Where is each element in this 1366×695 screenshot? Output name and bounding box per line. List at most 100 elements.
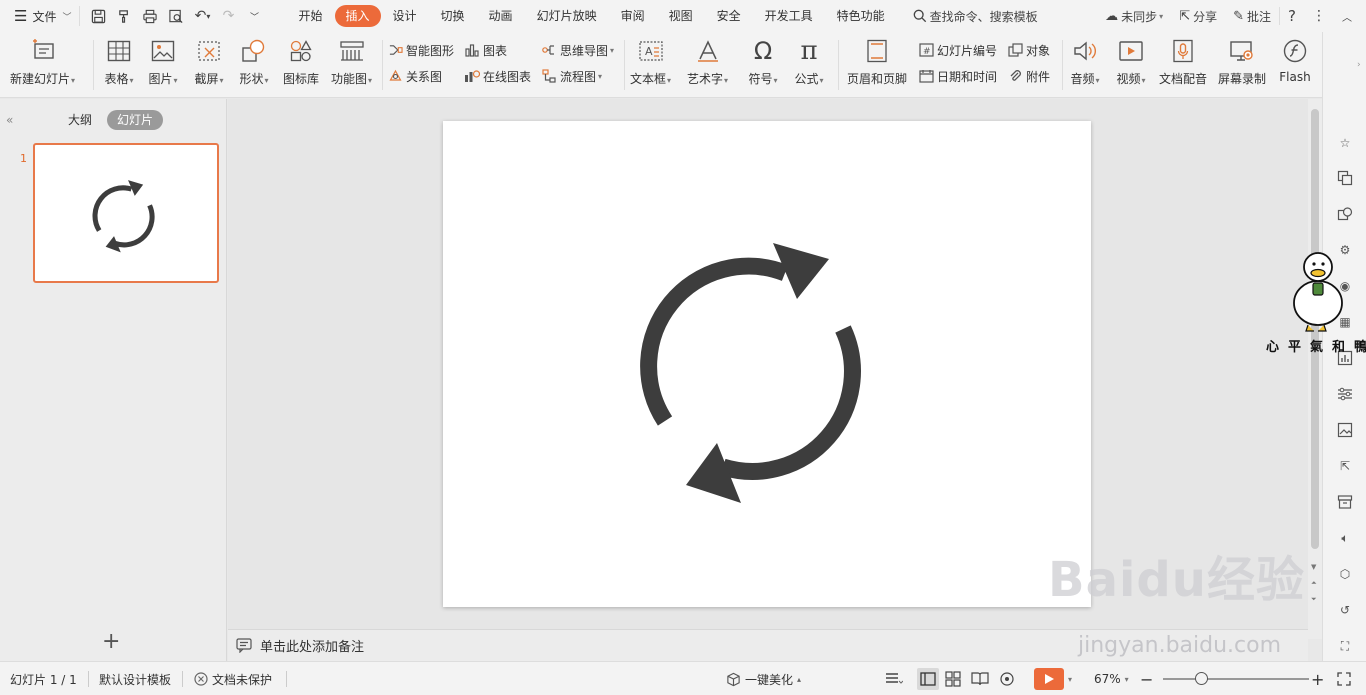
archive-icon[interactable]: [1335, 492, 1355, 512]
tab-design[interactable]: 设计: [381, 5, 429, 27]
baidu-watermark: Baidu经验: [1048, 552, 1305, 608]
share-button[interactable]: ⇱ 分享: [1171, 8, 1225, 25]
shield-icon[interactable]: ⬡: [1335, 564, 1355, 584]
zoom-slider-track[interactable]: [1163, 678, 1309, 680]
normal-view-icon[interactable]: [917, 668, 939, 690]
relation-button[interactable]: 关系图: [386, 66, 442, 86]
textbox-button[interactable]: A 文本框▾: [630, 36, 671, 94]
tab-slides[interactable]: 幻灯片: [107, 110, 164, 130]
layers-icon[interactable]: [1335, 168, 1355, 188]
textbox-icon: A: [634, 36, 668, 66]
sync-button[interactable]: ☁ 未同步 ▾: [1097, 8, 1171, 25]
print-preview-icon[interactable]: [164, 5, 188, 27]
function-chart-button[interactable]: 功能图▾: [331, 36, 372, 94]
print-icon[interactable]: [138, 5, 162, 27]
add-slide-icon[interactable]: +: [102, 629, 120, 654]
icon-library-button[interactable]: 图标库: [283, 36, 319, 94]
presenter-view-icon[interactable]: [998, 662, 1016, 695]
shape-button[interactable]: 形状▾: [237, 36, 271, 94]
tab-security[interactable]: 安全: [705, 5, 753, 27]
slideshow-options-icon[interactable]: ▾: [1068, 662, 1072, 695]
undo-icon[interactable]: ↶ ▾: [190, 5, 214, 27]
audio-button[interactable]: 音频▾: [1068, 36, 1102, 94]
header-footer-button[interactable]: 页眉和页脚: [847, 36, 907, 94]
file-menu-label: 文件: [32, 9, 57, 24]
tab-special-features[interactable]: 特色功能: [825, 5, 897, 27]
online-chart-button[interactable]: 在线图表: [463, 66, 531, 86]
mind-map-button[interactable]: 思维导图 ▾: [540, 40, 614, 60]
scroll-down-icon[interactable]: ▼: [1311, 563, 1316, 571]
export-icon[interactable]: ⇱: [1335, 456, 1355, 476]
fit-window-icon[interactable]: [1337, 662, 1351, 695]
zoom-in-icon[interactable]: +: [1311, 662, 1324, 695]
notes-icon: [236, 638, 252, 653]
word-art-button[interactable]: 艺术字▾: [687, 36, 728, 94]
flash-button[interactable]: Flash: [1278, 36, 1312, 94]
vertical-scrollbar[interactable]: ▼ ⏶ ⏷: [1308, 99, 1322, 639]
object-label: 对象: [1026, 43, 1051, 58]
circular-arrows-icon[interactable]: [443, 121, 1091, 607]
play-slideshow-button[interactable]: [1034, 668, 1064, 690]
beautify-button[interactable]: 一键美化 ▴: [726, 662, 801, 695]
tab-slideshow[interactable]: 幻灯片放映: [525, 5, 609, 27]
tab-animation[interactable]: 动画: [477, 5, 525, 27]
zoom-out-icon[interactable]: −: [1140, 662, 1153, 695]
view-notes-icon[interactable]: [885, 662, 903, 695]
picture-button[interactable]: 图片▾: [146, 36, 180, 94]
tab-review[interactable]: 审阅: [609, 5, 657, 27]
video-button[interactable]: 视频▾: [1114, 36, 1148, 94]
file-menu[interactable]: ☰ 文件 ﹀: [0, 0, 79, 32]
slide-sorter-icon[interactable]: [945, 662, 961, 695]
voiceover-button[interactable]: 文档配音: [1159, 36, 1207, 94]
reading-view-icon[interactable]: [971, 662, 989, 695]
flowchart-button[interactable]: 流程图 ▾: [540, 66, 602, 86]
ribbon-insert: 新建幻灯片▾ 表格▾ 图片▾ 截屏▾ 形状▾ 图标库 功能图▾ 智能图形 图表 …: [0, 32, 1366, 98]
pin-icon[interactable]: ☆: [1335, 133, 1355, 153]
collapse-ribbon-icon[interactable]: ︿: [1334, 9, 1366, 24]
zoom-level-button[interactable]: 67% ▾: [1094, 662, 1129, 695]
document-protection-button[interactable]: 文档未保护: [194, 662, 272, 695]
history-icon[interactable]: ↺: [1335, 600, 1355, 620]
new-slide-button[interactable]: 新建幻灯片▾: [10, 36, 75, 94]
smart-art-button[interactable]: 智能图形: [386, 40, 454, 60]
tab-transition[interactable]: 切换: [429, 5, 477, 27]
format-painter-icon[interactable]: [112, 5, 136, 27]
slide-thumbnail[interactable]: [33, 143, 219, 283]
slide-canvas[interactable]: [443, 121, 1091, 607]
object-button[interactable]: 对象: [1006, 40, 1050, 60]
date-time-button[interactable]: 日期和时间: [917, 66, 997, 86]
save-icon[interactable]: [86, 5, 110, 27]
zoom-level-label: 67%: [1094, 672, 1121, 686]
screenshot-button[interactable]: 截屏▾: [192, 36, 226, 94]
command-search[interactable]: 查找命令、搜索模板: [913, 8, 1038, 25]
quick-access-more-icon[interactable]: ﹀: [242, 5, 266, 27]
shape-style-icon[interactable]: [1335, 204, 1355, 224]
slide-number-button[interactable]: # 幻灯片编号: [917, 40, 997, 60]
zoom-slider-handle[interactable]: [1194, 672, 1208, 685]
next-slide-icon[interactable]: ⏷: [1311, 595, 1317, 604]
formula-button[interactable]: π 公式▾: [792, 36, 826, 94]
design-template-button[interactable]: 默认设计模板: [99, 662, 171, 695]
symbol-button[interactable]: Ω 符号▾: [746, 36, 780, 94]
screen-record-button[interactable]: 屏幕录制: [1218, 36, 1266, 94]
more-options-icon[interactable]: ⋮: [1304, 8, 1334, 24]
tab-developer[interactable]: 开发工具: [753, 5, 825, 27]
tab-home[interactable]: 开始: [286, 5, 334, 27]
previous-slide-icon[interactable]: ⏶: [1311, 579, 1317, 588]
chart-button[interactable]: 图表: [463, 40, 507, 60]
online-chart-icon: [463, 68, 481, 84]
image-gallery-icon[interactable]: [1335, 420, 1355, 440]
chevron-right-icon[interactable]: ›: [1357, 60, 1361, 70]
comment-button[interactable]: ✎ 批注: [1225, 8, 1279, 25]
table-icon: [102, 36, 136, 66]
help-button[interactable]: ?: [1279, 7, 1304, 25]
attachment-button[interactable]: 附件: [1006, 66, 1050, 86]
tab-view[interactable]: 视图: [657, 5, 705, 27]
table-button[interactable]: 表格▾: [102, 36, 136, 94]
collapse-panel-icon[interactable]: «: [6, 113, 13, 127]
volume-icon[interactable]: 🔈︎: [1335, 528, 1355, 548]
tab-outline[interactable]: 大纲: [68, 110, 92, 130]
tab-insert[interactable]: 插入: [334, 5, 381, 27]
sliders-icon[interactable]: [1335, 384, 1355, 404]
fullscreen-icon[interactable]: ⛶: [1335, 636, 1355, 656]
